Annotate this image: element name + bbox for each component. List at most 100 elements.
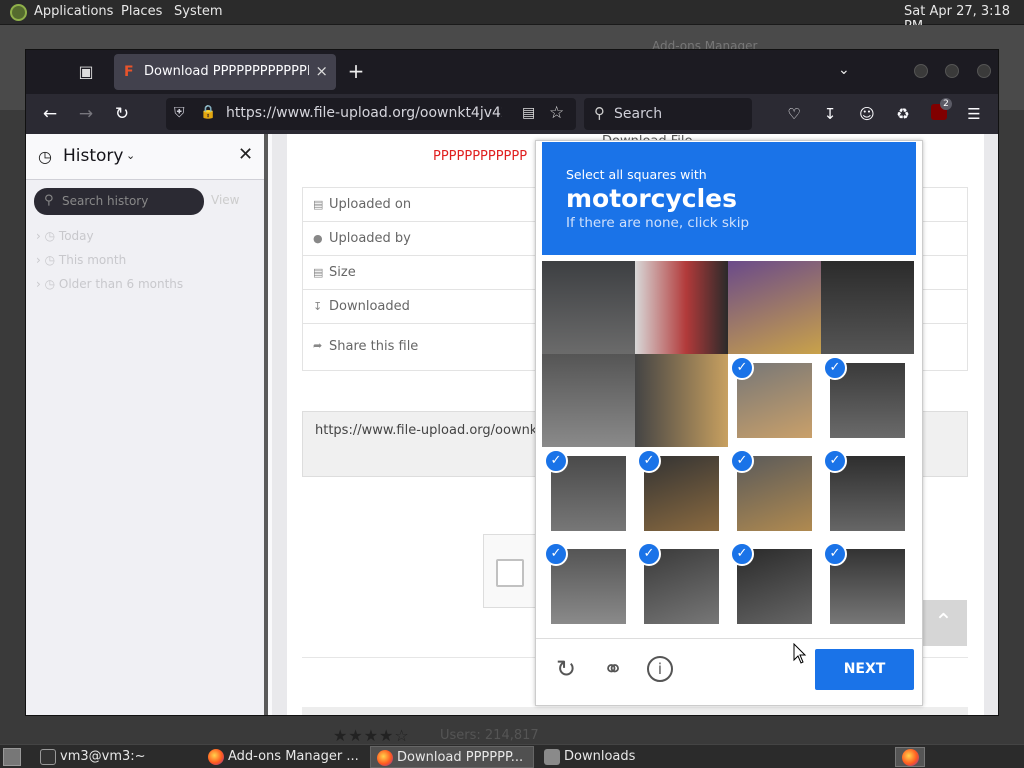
ublock-origin-icon[interactable]: 2 <box>929 98 952 124</box>
scroll-to-top-button[interactable]: ⌃ <box>920 600 967 646</box>
downloads-icon[interactable]: ↧ <box>820 104 840 124</box>
recaptcha-tile[interactable]: ✓ <box>821 540 914 633</box>
tile-image <box>821 261 914 354</box>
tab-title: Download PPPPPPPPPPPPP <box>144 64 309 79</box>
recaptcha-tile[interactable]: ✓ <box>542 540 635 633</box>
info-label: Size <box>329 265 356 280</box>
tile-selected-check-icon: ✓ <box>730 449 754 473</box>
folder-icon <box>544 749 560 765</box>
size-icon: ▤ <box>313 266 324 279</box>
back-arrow-icon[interactable]: ← <box>40 104 60 124</box>
show-desktop-icon[interactable] <box>3 748 21 766</box>
reload-challenge-icon[interactable]: ↻ <box>552 655 580 683</box>
search-placeholder: Search <box>614 106 663 122</box>
taskbar-item-label: vm3@vm3:~ <box>60 749 146 764</box>
tile-image <box>542 261 635 354</box>
taskbar-item-download-page[interactable]: Download PPPPPP... <box>370 746 534 768</box>
recaptcha-footer: ↻ ⚭ i NEXT <box>536 638 922 706</box>
app-menu-hamburger-icon[interactable]: ☰ <box>964 104 984 124</box>
recaptcha-checkbox[interactable] <box>496 559 524 587</box>
sidebar-close-icon[interactable]: ✕ <box>238 144 253 165</box>
search-icon: ⚲ <box>594 104 605 122</box>
tile-selected-check-icon: ✓ <box>544 542 568 566</box>
tile-image <box>542 354 635 447</box>
recaptcha-tile[interactable]: ✓ <box>635 261 728 354</box>
info-icon[interactable]: i <box>647 656 673 682</box>
terminal-icon <box>40 749 56 765</box>
mouse-cursor-icon <box>793 643 807 664</box>
recaptcha-tile[interactable]: ✓ <box>542 447 635 540</box>
recaptcha-tile[interactable]: ✓ <box>821 354 914 447</box>
recaptcha-target: motorcycles <box>566 184 738 213</box>
recaptcha-hint: If there are none, click skip <box>566 215 750 231</box>
recaptcha-tile[interactable]: ✓ <box>635 354 728 447</box>
ublock-badge: 2 <box>940 98 952 110</box>
recaptcha-checkbox-widget[interactable] <box>483 534 543 608</box>
menu-applications[interactable]: Applications <box>34 4 113 19</box>
taskbar-item-terminal[interactable]: vm3@vm3:~ <box>34 746 194 768</box>
tile-image <box>728 261 821 354</box>
maximize-window-button[interactable] <box>945 64 959 78</box>
url-text[interactable]: https://www.file-upload.org/oownkt4jv42p <box>226 105 502 121</box>
tab-bar: ▣ F Download PPPPPPPPPPPPP × + ⌄ <box>26 50 998 94</box>
tray-firefox-icon[interactable] <box>895 747 925 767</box>
tab-download-file[interactable]: F Download PPPPPPPPPPPPP × <box>114 54 336 90</box>
reader-view-icon[interactable]: ▤ <box>522 105 535 121</box>
list-all-tabs-chevron-icon[interactable]: ⌄ <box>838 62 850 78</box>
tab-close-icon[interactable]: × <box>315 62 328 80</box>
sidebar-switcher-chevron-icon[interactable]: ⌄ <box>126 149 135 162</box>
extensions-puzzle-icon[interactable]: ♻ <box>893 104 913 124</box>
navigation-toolbar: ← → ↻ ⛨ 🔒 https://www.file-upload.org/oo… <box>26 94 998 134</box>
site-favicon-icon: F <box>124 64 134 80</box>
share-icon: ➦ <box>313 339 323 352</box>
recaptcha-tile[interactable]: ✓ <box>728 540 821 633</box>
recaptcha-tile[interactable]: ✓ <box>542 261 635 354</box>
recaptcha-image-grid: ✓✓✓✓✓✓✓✓✓✓✓✓✓✓✓✓ <box>542 261 914 633</box>
forward-arrow-icon[interactable]: → <box>76 104 96 124</box>
pocket-icon[interactable]: ♡ <box>784 104 804 124</box>
firefox-view-icon[interactable]: ▣ <box>76 62 96 82</box>
history-search-placeholder: Search history <box>62 194 149 208</box>
history-group-older[interactable]: › ◷ Older than 6 months <box>36 277 183 291</box>
recaptcha-next-button[interactable]: NEXT <box>815 649 914 690</box>
menu-places[interactable]: Places <box>121 4 162 19</box>
tile-selected-check-icon: ✓ <box>823 542 847 566</box>
recaptcha-challenge: Select all squares with motorcycles If t… <box>535 140 923 706</box>
recaptcha-tile[interactable]: ✓ <box>635 447 728 540</box>
recaptcha-tile[interactable]: ✓ <box>728 447 821 540</box>
menu-system[interactable]: System <box>174 4 222 19</box>
recaptcha-tile[interactable]: ✓ <box>728 261 821 354</box>
audio-challenge-headphones-icon[interactable]: ⚭ <box>599 655 627 683</box>
close-window-button[interactable] <box>977 64 991 78</box>
view-button[interactable]: View <box>211 193 239 207</box>
history-search-input[interactable]: ⚲ Search history <box>34 188 204 215</box>
taskbar-item-addons-manager[interactable]: Add-ons Manager ... <box>202 746 366 768</box>
recaptcha-tile[interactable]: ✓ <box>635 540 728 633</box>
recaptcha-tile[interactable]: ✓ <box>821 447 914 540</box>
tracking-shield-icon[interactable]: ⛨ <box>174 105 185 121</box>
reload-icon[interactable]: ↻ <box>112 104 132 124</box>
search-bar[interactable]: ⚲ Search <box>584 98 752 130</box>
minimize-window-button[interactable] <box>914 64 928 78</box>
sidebar-title[interactable]: History <box>63 146 123 166</box>
recaptcha-tile[interactable]: ✓ <box>821 261 914 354</box>
history-group-this-month[interactable]: › ◷ This month <box>36 253 126 267</box>
sidebar-header: ◷ History ⌄ ✕ <box>26 134 264 180</box>
calendar-icon: ▤ <box>313 198 324 211</box>
history-group-today[interactable]: › ◷ Today <box>36 229 94 243</box>
info-label: Uploaded on <box>329 197 412 212</box>
taskbar-item-downloads[interactable]: Downloads <box>538 746 698 768</box>
info-label: Share this file <box>329 339 419 354</box>
rating-stars: ★★★★☆ <box>333 726 410 745</box>
new-tab-button[interactable]: + <box>344 60 368 82</box>
bookmark-star-icon[interactable]: ☆ <box>549 103 564 123</box>
info-label: Downloaded <box>329 299 410 314</box>
account-icon[interactable]: ☺ <box>857 104 877 124</box>
tile-selected-check-icon: ✓ <box>637 542 661 566</box>
recaptcha-tile[interactable]: ✓ <box>542 354 635 447</box>
top-panel: Applications Places System Sat Apr 27, 3… <box>0 0 1024 34</box>
url-bar[interactable]: ⛨ 🔒 https://www.file-upload.org/oownkt4j… <box>166 98 576 130</box>
recaptcha-tile[interactable]: ✓ <box>728 354 821 447</box>
distro-logo-icon[interactable] <box>10 4 27 21</box>
lock-icon[interactable]: 🔒 <box>200 105 216 120</box>
